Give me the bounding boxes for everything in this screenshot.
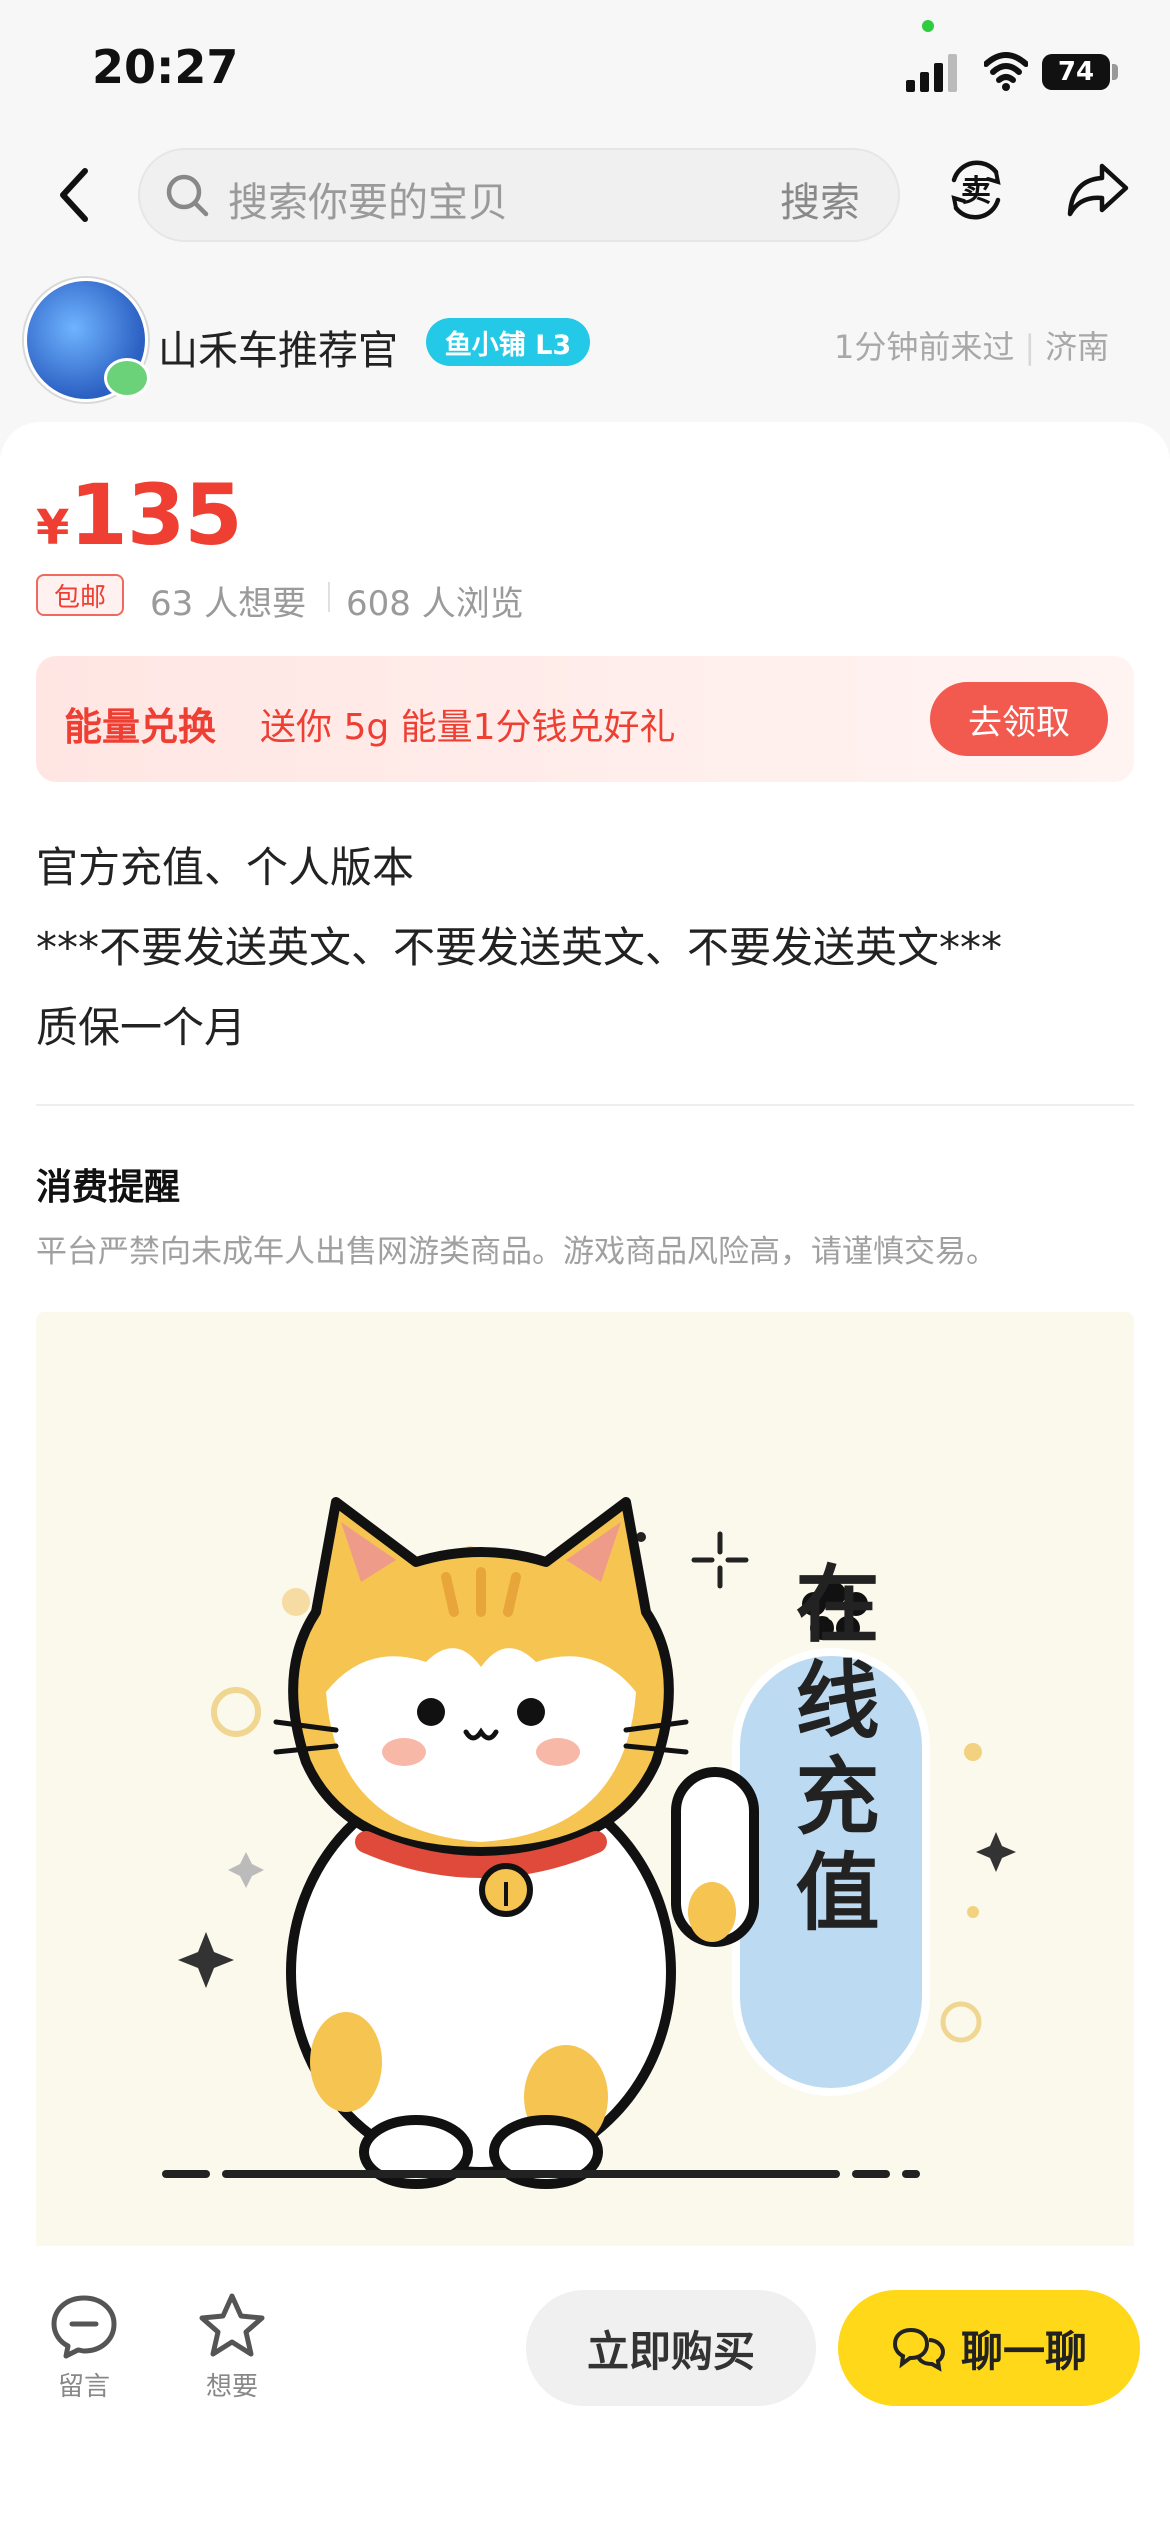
promo-text: 送你 5g 能量1分钱兑好礼 [260,707,676,748]
seller-last-seen: 1分钟前来过 [834,328,1015,366]
svg-text:卖: 卖 [961,174,991,209]
wifi-icon [984,52,1028,91]
signal-icon [906,54,957,92]
description-line: 官方充值、个人版本 [36,843,415,892]
favorite-label: 想要 [205,2372,258,2402]
sell-button[interactable]: 卖 [944,158,1008,222]
notice-title: 消费提醒 [36,1167,181,1208]
avatar-pet-icon [104,358,150,398]
lucky-cat-illustration: 在线充值 [162,1497,1016,2189]
battery-cap [1112,64,1118,80]
promo-title: 能量兑换 [64,705,217,749]
view-count: 608 人浏览 [346,584,524,624]
comment-label: 留言 [57,2372,110,2402]
search-placeholder: 搜索你要的宝贝 [228,180,508,226]
free-shipping-tag: 包邮 [36,574,124,616]
star-icon [199,2293,265,2357]
chat-label: 聊一聊 [960,2326,1087,2376]
stats-divider [328,582,330,612]
status-time: 20:27 [92,40,239,94]
share-icon [1067,163,1129,217]
price-currency: ¥ [36,500,70,556]
camera-indicator-dot [922,20,934,32]
image-caption: 在线充值 [782,1560,880,1944]
comment-button[interactable]: 留言 [48,2290,134,2403]
share-button[interactable] [1064,158,1130,222]
battery-indicator: 74 [1042,54,1110,90]
claim-button[interactable]: 去领取 [930,682,1108,756]
product-image[interactable]: 在线充值 [36,1312,1134,2272]
seller-meta: 1分钟前来过 | 济南 [834,322,1109,368]
price: ¥135 [36,466,243,564]
buy-now-button[interactable]: 立即购买 [526,2290,816,2406]
back-button[interactable] [50,160,100,230]
notice-text: 平台严禁向未成年人出售网游类商品。游戏商品风险高，请谨慎交易。 [36,1234,997,1270]
search-icon [166,174,209,217]
meta-separator: | [1024,328,1036,366]
favorite-button[interactable]: 想要 [196,2290,282,2403]
description-line: 质保一个月 [36,1003,247,1052]
sell-icon: 卖 [951,160,1001,220]
seller-location: 济南 [1045,328,1110,366]
comment-icon [51,2295,117,2359]
seller-level-badge: 鱼小铺 L3 [426,318,590,366]
price-value: 135 [69,466,242,564]
chat-icon [892,2327,945,2372]
search-button[interactable]: 搜索 [780,170,860,228]
description-line: ***不要发送英文、不要发送英文、不要发送英文*** [36,923,1003,972]
want-count: 63 人想要 [150,584,307,624]
section-divider [36,1104,1134,1106]
back-icon [60,168,88,222]
seller-name[interactable]: 山禾车推荐官 [158,318,398,376]
chat-button[interactable]: 聊一聊 [838,2290,1140,2406]
